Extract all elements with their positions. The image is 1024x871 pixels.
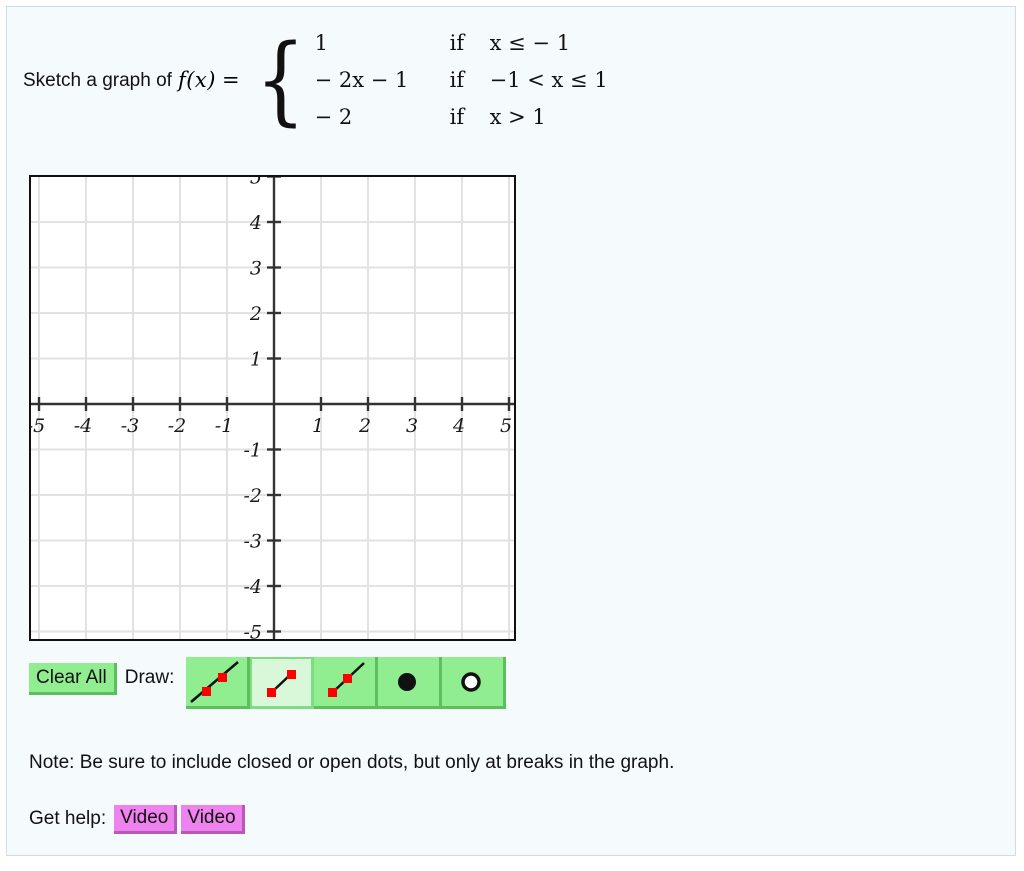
function-name: f(x)	[177, 68, 216, 92]
equals-sign: =	[221, 68, 240, 92]
svg-text:-1: -1	[243, 440, 262, 462]
axes	[31, 177, 514, 639]
gridlines	[31, 177, 514, 639]
draw-toolbar: Clear All Draw:	[29, 657, 507, 715]
open-dot-icon	[442, 658, 503, 706]
svg-text:3: 3	[406, 415, 418, 437]
prompt-lead-text: Sketch a graph of	[23, 69, 172, 91]
segment-tool-button[interactable]	[250, 657, 315, 709]
svg-text:4: 4	[452, 415, 465, 437]
svg-text:3: 3	[250, 258, 262, 280]
line-segment-icon	[252, 659, 311, 707]
svg-text:-2: -2	[168, 415, 187, 437]
open-dot-tool-button[interactable]	[442, 657, 507, 709]
svg-text:1: 1	[250, 349, 262, 371]
piecewise-cases: 1 if x ≤ − 1 − 2x − 1 if −1 < x ≤ 1 − 2 …	[315, 31, 608, 129]
graph-canvas[interactable]: -5 -4 -3 -2 -1 1 2 3 4 5 5 4 3 2 1 -1 -2 -3 -4 -5	[29, 175, 516, 641]
coordinate-plane[interactable]: -5 -4 -3 -2 -1 1 2 3 4 5 5 4 3 2 1 -1 -2 -3 -4 -5	[31, 177, 514, 639]
get-help-row: Get help: Video Video	[29, 805, 249, 834]
note-text: Note: Be sure to include closed or open …	[29, 752, 675, 773]
svg-text:-5: -5	[243, 622, 262, 640]
question-panel: Sketch a graph of f(x) = { 1 if x ≤ − 1 …	[6, 6, 1016, 856]
case-3-value: − 2	[314, 105, 353, 129]
case-1-condition: x ≤ − 1	[489, 31, 571, 55]
svg-text:5: 5	[500, 415, 512, 437]
svg-text:1: 1	[312, 415, 324, 437]
svg-text:-4: -4	[74, 415, 93, 437]
svg-text:-3: -3	[121, 415, 140, 437]
clear-all-button[interactable]: Clear All	[29, 663, 117, 695]
svg-text:-2: -2	[243, 485, 262, 507]
case-2-if: if	[449, 68, 465, 92]
closed-dot-tool-button[interactable]	[378, 657, 443, 709]
line-through-two-points-icon	[186, 658, 247, 706]
svg-text:-3: -3	[243, 531, 262, 553]
case-3-if: if	[449, 105, 465, 129]
case-3-condition: x > 1	[489, 105, 546, 129]
svg-text:-1: -1	[215, 415, 234, 437]
svg-text:-4: -4	[243, 576, 262, 598]
piecewise-brace: {	[255, 23, 306, 136]
axis-tick-labels: -5 -4 -3 -2 -1 1 2 3 4 5 5 4 3 2 1 -1 -2 -3 -4 -5	[31, 177, 512, 639]
video-link-1[interactable]: Video	[114, 805, 178, 834]
svg-text:-5: -5	[31, 415, 45, 437]
line-tool-button[interactable]	[186, 657, 251, 709]
case-1-value: 1	[314, 31, 329, 55]
svg-text:4: 4	[249, 212, 262, 234]
filled-dot-icon	[378, 658, 439, 706]
svg-text:2: 2	[249, 303, 262, 325]
ray-tool-button[interactable]	[314, 657, 379, 709]
svg-text:2: 2	[358, 415, 371, 437]
video-link-2[interactable]: Video	[181, 805, 245, 834]
get-help-label: Get help:	[29, 808, 107, 830]
tool-buttons	[186, 657, 507, 709]
case-2-value: − 2x − 1	[314, 68, 409, 92]
svg-text:5: 5	[250, 177, 262, 189]
ray-icon	[314, 658, 375, 706]
case-1-if: if	[449, 31, 465, 55]
case-2-condition: −1 < x ≤ 1	[489, 68, 608, 92]
question-prompt: Sketch a graph of f(x) = { 1 if x ≤ − 1 …	[23, 15, 608, 145]
draw-label: Draw:	[124, 667, 175, 688]
